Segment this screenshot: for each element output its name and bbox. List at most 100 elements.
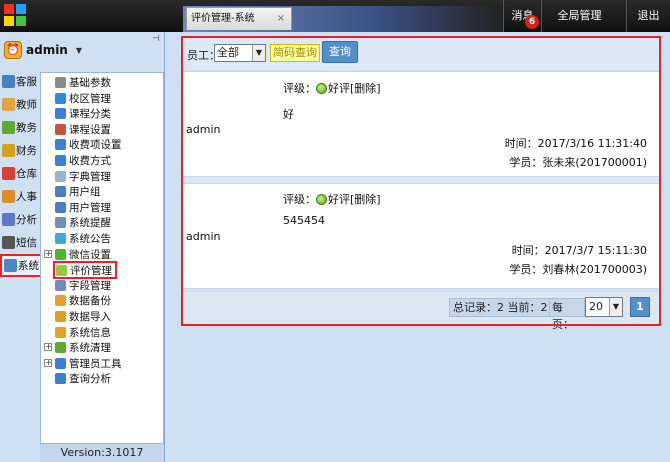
category-item[interactable]: 仓库 [0, 162, 42, 185]
category-icon [2, 75, 15, 88]
category-label: 人事 [16, 191, 37, 203]
tree-item-label: 系统公告 [69, 233, 111, 245]
expand-icon[interactable]: + [44, 358, 52, 367]
category-item[interactable]: 系统 [0, 254, 45, 277]
messages-badge: 6 [525, 15, 539, 29]
tree-item-icon [55, 155, 66, 166]
tree-item-label: 管理员工具 [69, 357, 122, 370]
logout-button[interactable]: 退出 [626, 0, 670, 32]
tree-item-icon [55, 248, 66, 260]
category-icon [4, 259, 17, 272]
tree-item-icon [55, 357, 66, 369]
tree-item-icon [55, 201, 66, 213]
tree-item-label: 校区管理 [69, 92, 111, 105]
category-icon [2, 98, 15, 111]
version-label: Version:3.1017 [40, 444, 164, 462]
tree-item[interactable]: 评价管理 [53, 261, 117, 280]
content-highlight-frame [181, 36, 661, 326]
app-logo-icon [4, 4, 26, 26]
tab-label: 评价管理-系统 [191, 13, 255, 24]
tree-item[interactable]: 课程设置 [55, 122, 111, 137]
tree-item[interactable]: 用户组 [55, 184, 101, 199]
category-item[interactable]: 客服 [0, 70, 42, 93]
chevron-down-icon[interactable]: ▼ [76, 46, 82, 55]
category-label: 教务 [16, 122, 37, 134]
tree-item[interactable]: 收费方式 [55, 153, 111, 168]
tree-item[interactable]: 微信设置 [55, 247, 111, 262]
tree-item[interactable]: 系统信息 [55, 325, 111, 340]
tree-item-icon [55, 279, 66, 291]
pin-icon[interactable]: ⊣ [152, 34, 160, 44]
category-label: 客服 [16, 76, 37, 88]
tree-item-icon [55, 342, 66, 354]
tree-item-icon [56, 264, 67, 276]
category-icon [2, 236, 15, 249]
tree-item-label: 字典管理 [69, 170, 111, 183]
tree-item[interactable]: 系统清理 [55, 340, 111, 355]
tree-item-icon [55, 295, 66, 307]
category-item[interactable]: 教师 [0, 93, 42, 116]
tree-item-label: 系统清理 [69, 342, 111, 355]
tab-close-icon[interactable]: × [277, 8, 285, 30]
user-name: admin [26, 43, 68, 57]
category-icon [2, 213, 15, 226]
global-manage-button[interactable]: 全局管理 [541, 0, 617, 32]
tab-review-management[interactable]: 评价管理-系统 × [186, 7, 292, 30]
tree-item-icon [55, 123, 66, 135]
system-tree-panel: 基础参数校区管理课程分类课程设置收费项设置收费方式字典管理用户组 用户管理系统提醒… [40, 72, 164, 444]
tree-item-label: 系统提醒 [69, 217, 111, 230]
expand-icon[interactable]: + [44, 249, 52, 258]
tree-item[interactable]: 查询分析 [55, 371, 111, 386]
tree-item[interactable]: 基础参数 [55, 75, 111, 90]
category-item[interactable]: 分析 [0, 208, 42, 231]
tree-item-icon [55, 326, 66, 338]
tree-item-icon [55, 217, 66, 229]
category-icon [2, 167, 15, 180]
tree-item[interactable]: 校区管理 [55, 91, 111, 106]
category-icon [2, 144, 15, 157]
tree-item-label: 用户组 [69, 186, 101, 199]
tree-item[interactable]: 用户管理 [55, 200, 111, 215]
tree-item-label: 查询分析 [69, 373, 111, 386]
category-item[interactable]: 人事 [0, 185, 42, 208]
category-list: 客服教师教务财务仓库人事分析短信系统 [0, 70, 45, 277]
category-label: 系统 [18, 260, 39, 272]
tree-item[interactable]: 字段管理 [55, 278, 111, 293]
tree-item[interactable]: 收费项设置 [55, 137, 122, 152]
expand-icon[interactable]: + [44, 343, 52, 352]
tree-item-label: 课程分类 [69, 108, 111, 121]
left-sidebar: ⏰ admin ▼ ⊣ 客服教师教务财务仓库人事分析短信系统 基础参数校区管理课… [0, 32, 165, 462]
tree-item-label: 系统信息 [69, 326, 111, 339]
tree-item-label: 收费方式 [69, 155, 111, 167]
tree-item-label: 数据备份 [69, 295, 111, 308]
category-item[interactable]: 财务 [0, 139, 42, 162]
tree-item-icon [55, 233, 66, 244]
category-item[interactable]: 短信 [0, 231, 42, 254]
user-menu[interactable]: ⏰ admin ▼ [4, 38, 82, 62]
tree-item[interactable]: 系统公告 [55, 231, 111, 246]
tree-item-icon [55, 108, 66, 120]
tree-item-icon [55, 170, 66, 182]
tree-item-label: 数据导入 [69, 311, 111, 323]
tree-item[interactable]: 数据导入 [55, 309, 111, 324]
tree-item-icon [55, 373, 66, 385]
category-label: 短信 [16, 237, 37, 249]
tree-item-label: 评价管理 [70, 264, 112, 277]
tree-item-icon [55, 311, 66, 322]
tree-item-label: 课程设置 [69, 123, 111, 136]
category-label: 财务 [16, 145, 37, 157]
category-icon [2, 121, 15, 134]
tree-item[interactable]: 字典管理 [55, 169, 111, 184]
tree-item[interactable]: 数据备份 [55, 293, 111, 308]
tree-item-label: 收费项设置 [69, 139, 122, 152]
tree-item[interactable]: 管理员工具 [55, 356, 122, 371]
category-label: 分析 [16, 214, 37, 226]
tree-item-label: 字段管理 [69, 279, 111, 292]
tree-item[interactable]: 系统提醒 [55, 215, 111, 230]
tree-item-icon [55, 139, 66, 151]
tree-item[interactable]: 课程分类 [55, 106, 111, 121]
category-label: 仓库 [16, 168, 37, 180]
category-icon [2, 190, 15, 203]
category-item[interactable]: 教务 [0, 116, 42, 139]
tree-item-icon [55, 77, 66, 88]
